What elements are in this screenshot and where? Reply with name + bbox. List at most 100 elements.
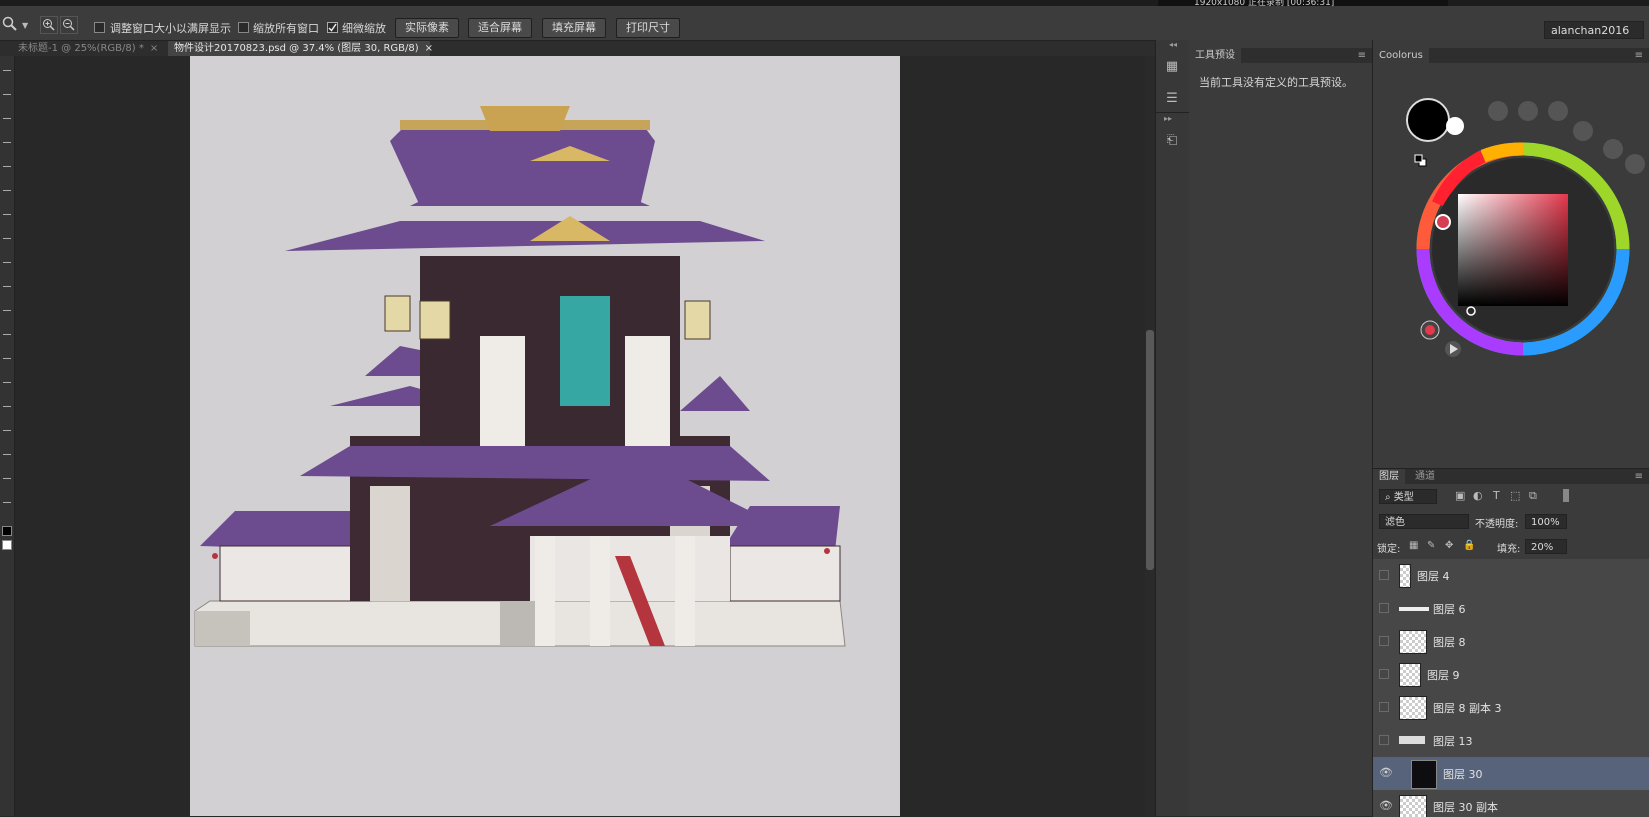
layer-row[interactable]: 图层 9 <box>1373 658 1649 692</box>
type-tool[interactable] <box>3 430 11 431</box>
blend-mode-select[interactable]: 滤色 <box>1379 514 1469 529</box>
visibility-toggle[interactable] <box>1379 702 1389 712</box>
brush-tool[interactable] <box>3 238 11 239</box>
print-size-button[interactable]: 打印尺寸 <box>616 18 680 38</box>
fill-screen-button[interactable]: 填充屏幕 <box>542 18 606 38</box>
adjustments-icon[interactable]: ☰ <box>1162 90 1182 108</box>
layer-row[interactable]: 👁 图层 30 <box>1373 757 1649 791</box>
layer-thumbnail <box>1411 760 1437 789</box>
right-panels: Coolorus ≡ 图层 通道 ≡ ⌕ 类型 ▣ ◐ T ⬚ ⧉ 滤色 不透明… <box>1373 40 1649 817</box>
workspace-switcher[interactable]: alanchan2016 <box>1544 21 1644 39</box>
tool-preset-dropdown[interactable]: ▼ <box>22 21 28 30</box>
zoom-out-icon[interactable] <box>60 16 78 34</box>
panel-header: 图层 通道 ≡ <box>1373 469 1649 484</box>
eyedropper-tool[interactable] <box>3 190 11 191</box>
resize-windows-checkbox[interactable] <box>94 22 105 33</box>
document-canvas[interactable] <box>190 56 900 816</box>
panel-menu-icon[interactable]: ≡ <box>1358 48 1366 63</box>
panel-menu-icon[interactable]: ≡ <box>1635 48 1643 63</box>
opacity-input[interactable]: 100% <box>1525 514 1567 529</box>
blur-tool[interactable] <box>3 358 11 359</box>
fill-value: 20% <box>1531 542 1554 553</box>
close-icon[interactable]: × <box>425 43 433 54</box>
actual-pixels-button[interactable]: 实际像素 <box>395 18 459 38</box>
layer-name: 图层 13 <box>1433 735 1473 748</box>
gradient-tool[interactable] <box>3 334 11 335</box>
pixel-lock-icon[interactable]: ▦ <box>1409 540 1418 551</box>
filter-toggle[interactable] <box>1563 489 1569 502</box>
expand-icon[interactable]: ▸▸ <box>1164 114 1172 123</box>
pen-tool[interactable] <box>3 406 11 407</box>
move-tool[interactable] <box>3 70 11 71</box>
foreground-swatch[interactable] <box>2 526 12 536</box>
close-icon[interactable]: × <box>150 43 158 54</box>
shape-tool[interactable] <box>3 478 11 479</box>
visibility-toggle[interactable] <box>1379 735 1389 745</box>
crop-tool[interactable] <box>3 166 11 167</box>
lock-icon[interactable]: 🔒 <box>1463 540 1475 551</box>
toolbar <box>0 56 15 816</box>
coolorus-panel: Coolorus ≡ <box>1373 48 1649 468</box>
text-icon[interactable]: T <box>1493 489 1500 502</box>
layer-row[interactable]: 图层 8 <box>1373 625 1649 659</box>
fill-input[interactable]: 20% <box>1525 539 1567 554</box>
adjustment-filter-icon[interactable]: ◐ <box>1473 489 1483 502</box>
tab-layers[interactable]: 图层 <box>1373 469 1405 484</box>
layer-row[interactable]: 图层 6 <box>1373 592 1649 626</box>
zoom-icon[interactable] <box>2 16 20 35</box>
resize-windows-label: 调整窗口大小以满屏显示 <box>110 22 231 35</box>
dodge-tool[interactable] <box>3 382 11 383</box>
path-select-tool[interactable] <box>3 454 11 455</box>
lasso-tool[interactable] <box>3 118 11 119</box>
smart-object-icon[interactable]: ⧉ <box>1529 489 1537 503</box>
navigator-icon[interactable]: ▦ <box>1162 58 1182 76</box>
history-brush-tool[interactable] <box>3 286 11 287</box>
tab-coolorus[interactable]: Coolorus <box>1373 48 1429 63</box>
panel-menu-icon[interactable]: ≡ <box>1635 469 1643 484</box>
zoom-in-icon[interactable] <box>40 16 58 34</box>
filter-kind-select[interactable]: ⌕ 类型 <box>1379 489 1437 504</box>
layer-thumbnail <box>1399 607 1429 611</box>
shape-filter-icon[interactable]: ⬚ <box>1510 489 1520 502</box>
tab-object-design[interactable]: 物件设计20170823.psd @ 37.4% (图层 30, RGB/8) × <box>168 41 433 56</box>
fill-label: 填充: <box>1497 544 1521 555</box>
collapse-icon[interactable]: ◂◂ <box>1169 40 1177 49</box>
layer-row[interactable]: 图层 4 <box>1373 559 1649 593</box>
layer-row[interactable]: 👁 图层 30 副本 <box>1373 790 1649 817</box>
brush-icon[interactable]: ✎ <box>1427 540 1435 551</box>
tool-presets-panel: 工具预设 ≡ 当前工具没有定义的工具预设。 <box>1189 40 1373 816</box>
options-bar: ▼ 调整窗口大小以满屏显示 缩放所有窗口 细微缩放 实际像素 适合屏幕 填充屏幕… <box>0 6 1649 41</box>
stamp-tool[interactable] <box>3 262 11 263</box>
scrubby-zoom-checkbox[interactable] <box>327 22 338 33</box>
tool-presets-icon[interactable]: ⎗ <box>1162 132 1182 150</box>
visibility-toggle[interactable] <box>1379 669 1389 679</box>
marquee-tool[interactable] <box>3 94 11 95</box>
background-swatch[interactable] <box>2 540 12 550</box>
image-filter-icon[interactable]: ▣ <box>1455 489 1465 502</box>
no-presets-message: 当前工具没有定义的工具预设。 <box>1199 76 1353 89</box>
layer-name: 图层 30 副本 <box>1433 801 1498 814</box>
eraser-tool[interactable] <box>3 310 11 311</box>
move-icon[interactable]: ✥ <box>1445 540 1453 551</box>
dock-divider <box>1156 112 1189 113</box>
layer-row[interactable]: 图层 13 <box>1373 724 1649 758</box>
tab-tool-presets[interactable]: 工具预设 <box>1189 48 1241 63</box>
building-artwork <box>194 106 846 647</box>
tab-untitled[interactable]: 未标题-1 @ 25%(RGB/8) * × <box>12 41 168 56</box>
scroll-thumb[interactable] <box>1146 330 1154 570</box>
visibility-toggle[interactable] <box>1379 570 1389 580</box>
layer-row[interactable]: 图层 8 副本 3 <box>1373 691 1649 725</box>
quick-select-tool[interactable] <box>3 142 11 143</box>
zoom-all-checkbox[interactable] <box>238 22 249 33</box>
color-wheel[interactable] <box>1373 64 1649 468</box>
tab-channels[interactable]: 通道 <box>1409 469 1441 484</box>
visibility-toggle[interactable] <box>1379 603 1389 613</box>
tab-label: 未标题-1 @ 25%(RGB/8) * <box>18 43 144 54</box>
eye-icon[interactable]: 👁 <box>1379 799 1393 812</box>
eye-icon[interactable]: 👁 <box>1379 766 1393 779</box>
fit-screen-button[interactable]: 适合屏幕 <box>468 18 532 38</box>
visibility-toggle[interactable] <box>1379 636 1389 646</box>
hand-tool[interactable] <box>3 502 11 503</box>
healing-tool[interactable] <box>3 214 11 215</box>
opacity-value: 100% <box>1531 517 1560 528</box>
